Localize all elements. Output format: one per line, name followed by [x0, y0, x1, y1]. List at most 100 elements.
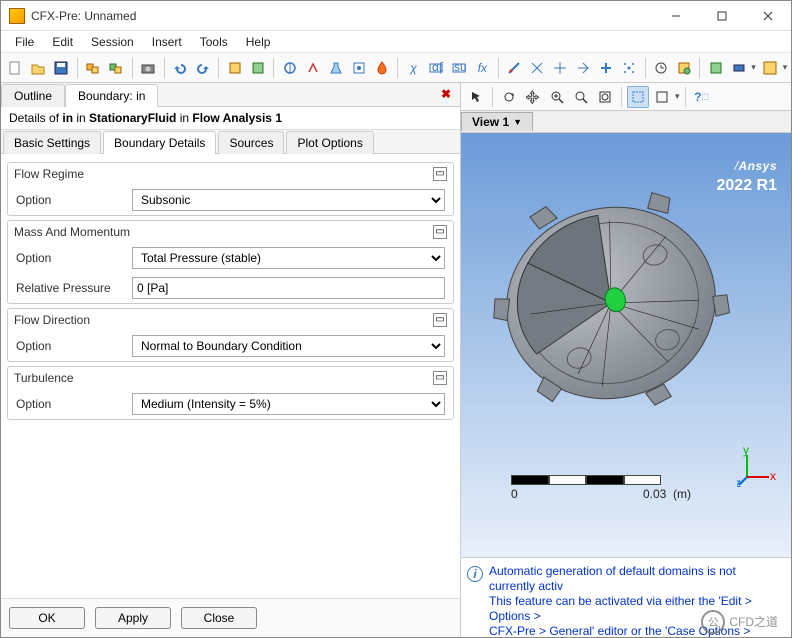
menu-help[interactable]: Help — [238, 33, 279, 51]
flow-regime-option-select[interactable]: Subsonic — [132, 189, 445, 211]
mesh-geometry — [481, 173, 741, 433]
view-mode-icon[interactable] — [651, 86, 673, 108]
3d-viewport[interactable]: /Ansys 2022 R1 — [461, 133, 791, 557]
window-title: CFX-Pre: Unnamed — [31, 9, 653, 23]
minimize-button[interactable] — [653, 1, 699, 31]
toolbar-icon-3[interactable] — [224, 57, 245, 79]
close-window-button[interactable] — [745, 1, 791, 31]
group-flow-regime: Flow Regime ▭ Option Subsonic — [7, 162, 454, 216]
details-domain: StationaryFluid — [89, 111, 176, 125]
group-title: Flow Direction — [14, 313, 90, 327]
toolbar-icon-1[interactable] — [83, 57, 104, 79]
turbulence-option-select[interactable]: Medium (Intensity = 5%) — [132, 393, 445, 415]
tab-outline[interactable]: Outline — [1, 84, 65, 107]
toolbar-icon-9[interactable]: sub — [449, 57, 470, 79]
tab-boundary-in[interactable]: Boundary: in — [65, 84, 158, 107]
plus-icon[interactable] — [596, 57, 617, 79]
open-icon[interactable] — [28, 57, 49, 79]
cursor-icon[interactable] — [465, 86, 487, 108]
pan-icon[interactable] — [522, 86, 544, 108]
collapse-icon[interactable]: ▭ — [433, 371, 447, 385]
redo-icon[interactable] — [193, 57, 214, 79]
label-option: Option — [16, 397, 126, 411]
view-toolbar: ▾ ?⬚ — [461, 83, 791, 111]
subtab-sources[interactable]: Sources — [218, 131, 284, 154]
main-toolbar: χ αβ sub fx ▾ ▾ — [1, 53, 791, 83]
group-title: Mass And Momentum — [14, 225, 130, 239]
scale-bar: 0 0.03 (m) — [511, 475, 691, 501]
scale-zero: 0 — [511, 487, 518, 501]
flask-icon[interactable] — [325, 57, 346, 79]
svg-text:y: y — [743, 447, 749, 457]
svg-text:x: x — [770, 469, 776, 483]
toolbar-icon-10[interactable] — [504, 57, 525, 79]
collapse-icon[interactable]: ▭ — [433, 313, 447, 327]
toolbar-icon-13[interactable] — [573, 57, 594, 79]
toolbar-icon-16[interactable] — [705, 57, 726, 79]
zoom-in-icon[interactable] — [546, 86, 568, 108]
info-icon: i — [467, 566, 483, 582]
chi-icon[interactable]: χ — [403, 57, 424, 79]
mass-momentum-option-select[interactable]: Total Pressure (stable) — [132, 247, 445, 269]
toolbar-icon-5[interactable] — [279, 57, 300, 79]
close-tab-icon[interactable]: ✖ — [438, 87, 454, 103]
toolbar-icon-17[interactable] — [728, 57, 749, 79]
menu-file[interactable]: File — [7, 33, 42, 51]
undo-icon[interactable] — [170, 57, 191, 79]
group-flow-direction: Flow Direction ▭ Option Normal to Bounda… — [7, 308, 454, 362]
relative-pressure-input[interactable] — [132, 277, 445, 299]
view-tab-1[interactable]: View 1 ▼ — [461, 112, 533, 131]
axis-triad: y x z — [737, 447, 777, 487]
toolbar-icon-2[interactable] — [106, 57, 127, 79]
scale-end: 0.03 — [643, 487, 666, 501]
subtab-boundary-details[interactable]: Boundary Details — [103, 131, 216, 154]
label-option: Option — [16, 339, 126, 353]
flow-direction-option-select[interactable]: Normal to Boundary Condition — [132, 335, 445, 357]
dropdown-icon[interactable]: ▼ — [513, 117, 522, 127]
clock-icon[interactable] — [650, 57, 671, 79]
toolbar-icon-15[interactable] — [673, 57, 694, 79]
toolbar-icon-12[interactable] — [550, 57, 571, 79]
label-option: Option — [16, 193, 126, 207]
camera-icon[interactable] — [138, 57, 159, 79]
new-icon[interactable] — [5, 57, 26, 79]
close-button[interactable]: Close — [181, 607, 257, 629]
group-turbulence: Turbulence ▭ Option Medium (Intensity = … — [7, 366, 454, 420]
toolbar-icon-6[interactable] — [302, 57, 323, 79]
svg-text:αβ: αβ — [432, 61, 443, 74]
menu-session[interactable]: Session — [83, 33, 142, 51]
fit-icon[interactable] — [594, 86, 616, 108]
button-row: OK Apply Close — [1, 598, 460, 637]
menu-insert[interactable]: Insert — [144, 33, 190, 51]
rotate-icon[interactable] — [498, 86, 520, 108]
window-titlebar: CFX-Pre: Unnamed — [1, 1, 791, 31]
group-mass-momentum: Mass And Momentum ▭ Option Total Pressur… — [7, 220, 454, 304]
toolbar-icon-14[interactable] — [619, 57, 640, 79]
toolbar-icon-4[interactable] — [247, 57, 268, 79]
ok-button[interactable]: OK — [9, 607, 85, 629]
label-option: Option — [16, 251, 126, 265]
help-icon[interactable]: ?⬚ — [691, 86, 713, 108]
group-title: Turbulence — [14, 371, 74, 385]
maximize-button[interactable] — [699, 1, 745, 31]
apply-button[interactable]: Apply — [95, 607, 171, 629]
toolbar-icon-11[interactable] — [527, 57, 548, 79]
subtab-basic-settings[interactable]: Basic Settings — [3, 131, 101, 154]
toolbar-icon-18[interactable] — [760, 57, 781, 79]
zoom-box-icon[interactable] — [570, 86, 592, 108]
watermark: 公CFD之道 — [701, 610, 778, 634]
svg-text:sub: sub — [454, 61, 466, 74]
view-tab-bar: View 1 ▼ — [461, 111, 791, 133]
flame-icon[interactable] — [371, 57, 392, 79]
collapse-icon[interactable]: ▭ — [433, 167, 447, 181]
menu-tools[interactable]: Tools — [192, 33, 236, 51]
details-analysis: Flow Analysis 1 — [192, 111, 282, 125]
menu-edit[interactable]: Edit — [44, 33, 81, 51]
toolbar-icon-8[interactable]: αβ — [426, 57, 447, 79]
select-mode-icon[interactable] — [627, 86, 649, 108]
subtab-plot-options[interactable]: Plot Options — [286, 131, 373, 154]
fx-icon[interactable]: fx — [472, 57, 493, 79]
save-icon[interactable] — [51, 57, 72, 79]
toolbar-icon-7[interactable] — [348, 57, 369, 79]
collapse-icon[interactable]: ▭ — [433, 225, 447, 239]
